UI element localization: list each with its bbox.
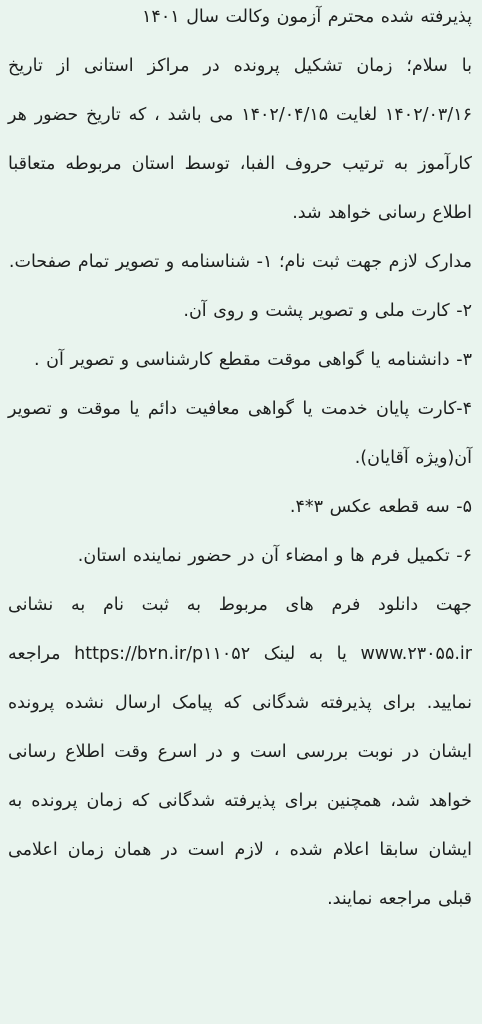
- document-item-5: ۵- سه قطعه عکس ۳*۴.: [289, 497, 472, 517]
- download-prefix: جهت دانلود فرم های مربوط به ثبت نام به ن…: [8, 595, 472, 615]
- documents-intro: مدارک لازم جهت ثبت نام؛ ۱- شناسنامه و تص…: [8, 252, 472, 272]
- short-link[interactable]: https://b۲n.ir/p۱۱۰۵۲: [74, 644, 250, 664]
- message-heading: پذیرفته شده محترم آزمون وکالت سال ۱۴۰۱: [142, 7, 472, 27]
- closing-text: مراجعه نمایید. برای پذیرفته شدگانی که پی…: [8, 644, 472, 909]
- document-item-3: ۳- دانشنامه یا گواهی موقت مقطع کارشناسی …: [34, 350, 472, 370]
- download-instructions: جهت دانلود فرم های مربوط به ثبت نام به ن…: [8, 581, 472, 924]
- document-item-4: ۴-کارت پایان خدمت یا گواهی معافیت دائم ی…: [8, 399, 472, 468]
- announcement-message: پذیرفته شده محترم آزمون وکالت سال ۱۴۰۱ ب…: [8, 0, 472, 924]
- message-page: پذیرفته شده محترم آزمون وکالت سال ۱۴۰۱ ب…: [0, 0, 482, 1024]
- message-intro: با سلام؛ زمان تشکیل پرونده در مراکز استا…: [8, 56, 472, 223]
- site-url-link[interactable]: www.۲۳۰۵۵.ir: [360, 644, 472, 664]
- link-word: یا به لینک: [263, 644, 347, 664]
- document-item-2: ۲- کارت ملی و تصویر پشت و روی آن.: [183, 301, 472, 321]
- document-item-6: ۶- تکمیل فرم ها و امضاء آن در حضور نماین…: [77, 546, 472, 566]
